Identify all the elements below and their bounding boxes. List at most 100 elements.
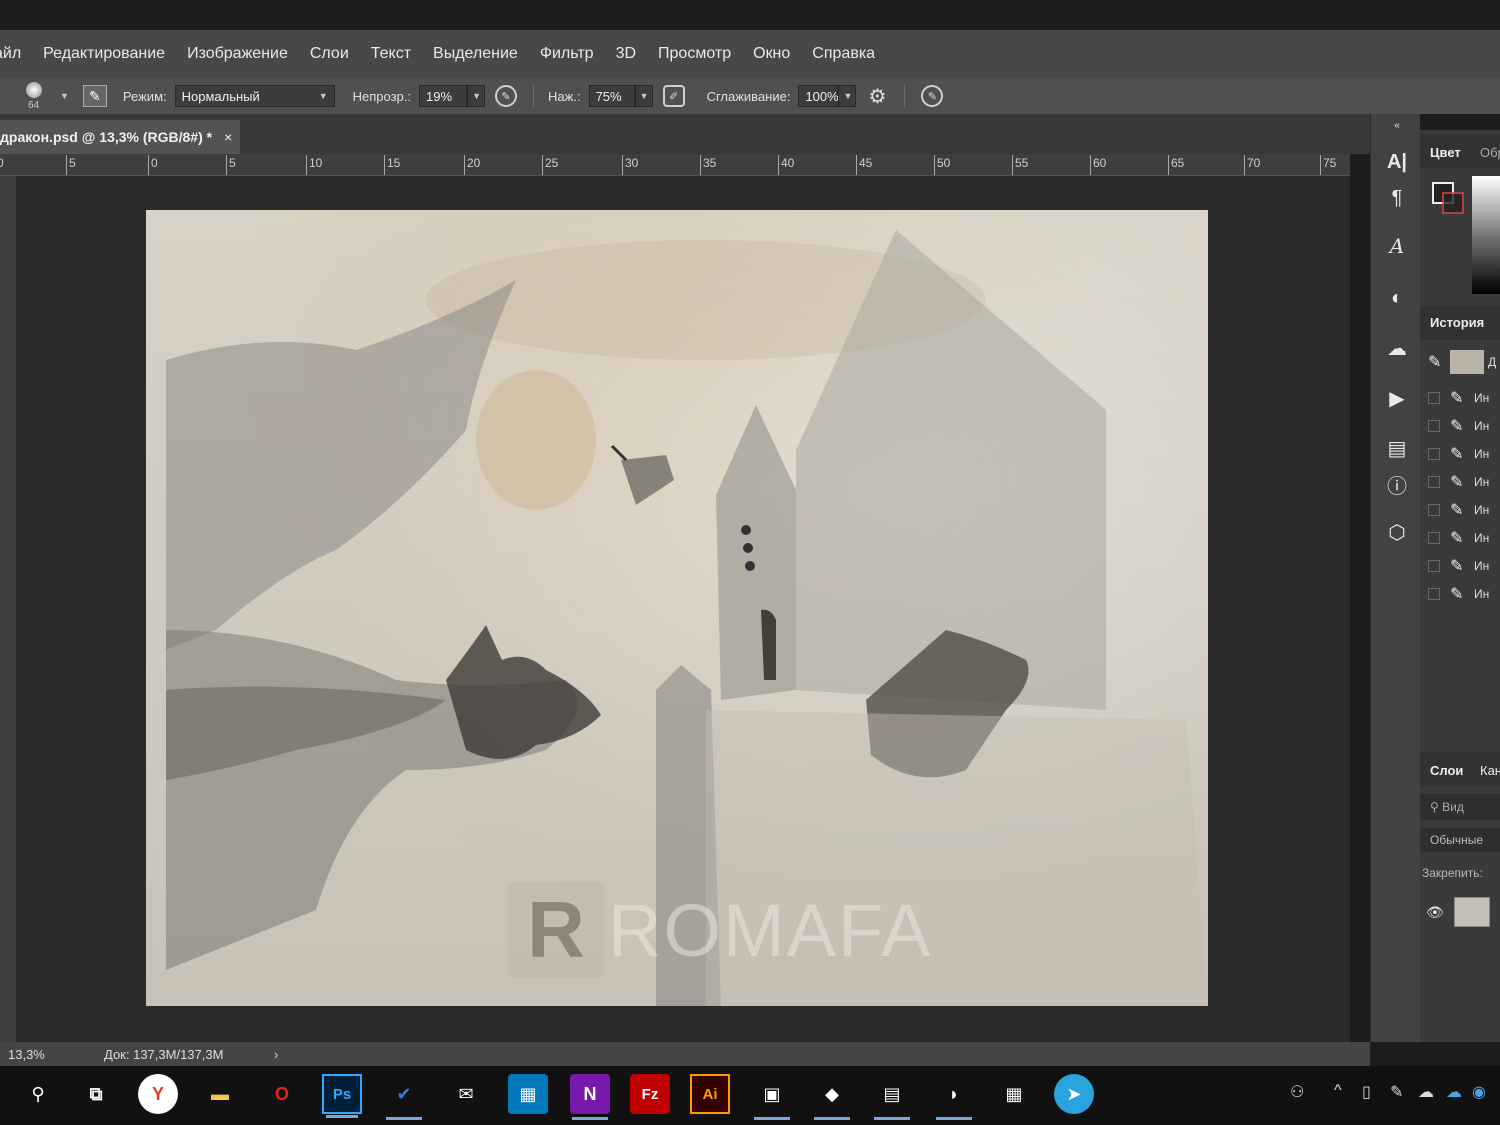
brush-panel-toggle-icon[interactable]: ✎ — [82, 85, 107, 107]
history-item[interactable]: ✎ Ин — [1420, 524, 1500, 552]
chevron-up-icon[interactable]: ^ — [1334, 1082, 1342, 1100]
tab-history[interactable]: История — [1430, 306, 1484, 338]
layer-filter-search[interactable]: ⚲ Вид — [1420, 794, 1500, 820]
chevron-down-icon[interactable]: ▼ — [60, 91, 69, 101]
history-checkbox[interactable] — [1428, 504, 1440, 516]
network-icon[interactable]: ◉ — [1472, 1082, 1486, 1102]
gear-icon[interactable]: ⚙ — [866, 85, 888, 108]
paragraph-panel-icon[interactable]: ¶ — [1383, 184, 1411, 212]
layer-row[interactable]: 👁 — [1420, 892, 1500, 932]
illustrator-icon[interactable]: Ai — [690, 1074, 730, 1114]
todo-icon[interactable]: ✔ — [384, 1074, 424, 1120]
history-item[interactable]: ✎ Ин — [1420, 412, 1500, 440]
menu-item-7[interactable]: 3D — [616, 45, 636, 63]
menu-item-0[interactable]: айл — [0, 45, 21, 63]
libraries-icon[interactable]: ☁ — [1383, 334, 1411, 362]
menu-item-9[interactable]: Окно — [753, 45, 790, 63]
glyphs-panel-icon[interactable]: A — [1383, 232, 1411, 260]
history-checkbox[interactable] — [1428, 476, 1440, 488]
history-item[interactable]: ✎ Ин — [1420, 468, 1500, 496]
history-item[interactable]: ✎ Ин — [1420, 440, 1500, 468]
artwork-canvas[interactable]: R ROMAFA — [146, 210, 1208, 1006]
history-item[interactable]: ✎ Ин — [1420, 580, 1500, 608]
document-tab[interactable]: дракон.psd @ 13,3% (RGB/8#) * × — [0, 120, 240, 154]
tab-swatches[interactable]: Обр — [1480, 136, 1500, 168]
app-15-icon[interactable]: ▤ — [872, 1074, 912, 1120]
pressure-opacity-icon[interactable]: ✎ — [495, 85, 518, 107]
history-checkbox[interactable] — [1428, 420, 1440, 432]
cloud-icon[interactable]: ☁ — [1418, 1082, 1434, 1102]
history-snapshot[interactable]: ✎ Д — [1420, 348, 1500, 376]
pen-workspace-icon[interactable]: ✎ — [1390, 1082, 1403, 1102]
app-16-icon[interactable]: ◗ — [934, 1074, 974, 1120]
blend-mode-select[interactable]: Обычные — [1420, 828, 1500, 852]
menu-item-2[interactable]: Изображение — [187, 45, 288, 63]
ruler-tick-label: 15 — [387, 156, 401, 170]
properties-icon[interactable]: ▤ — [1383, 434, 1411, 462]
actions-play-icon[interactable]: ▶ — [1383, 384, 1411, 412]
filezilla-icon[interactable]: Fz — [630, 1074, 670, 1114]
app-14-icon[interactable]: ◆ — [812, 1074, 852, 1120]
opacity-input[interactable]: 19% — [419, 85, 468, 107]
menu-item-8[interactable]: Просмотр — [658, 45, 731, 63]
brush-tip-icon — [26, 82, 42, 98]
tab-color[interactable]: Цвет — [1430, 136, 1461, 168]
file-explorer-icon[interactable]: ▬ — [200, 1074, 240, 1114]
brush-icon: ✎ — [1450, 558, 1464, 575]
menu-item-4[interactable]: Текст — [371, 45, 411, 63]
smoothing-input[interactable]: 100% — [798, 85, 839, 107]
info-icon[interactable]: ⓘ — [1383, 470, 1411, 498]
search-icon[interactable]: ⚲ — [18, 1074, 58, 1114]
menu-item-10[interactable]: Справка — [812, 45, 875, 63]
zoom-level[interactable]: 13,3% — [8, 1047, 58, 1062]
tab-layers[interactable]: Слои — [1430, 754, 1463, 786]
app-13-icon[interactable]: ▣ — [752, 1074, 792, 1120]
telegram-icon[interactable]: ➤ — [1054, 1074, 1094, 1114]
history-item[interactable]: ✎ Ин — [1420, 552, 1500, 580]
character-panel-icon[interactable]: A| — [1383, 148, 1411, 176]
menu-item-3[interactable]: Слои — [310, 45, 349, 63]
airbrush-icon[interactable]: ✐ — [662, 85, 685, 107]
menu-item-1[interactable]: Редактирование — [43, 45, 165, 63]
history-checkbox[interactable] — [1428, 392, 1440, 404]
history-checkbox[interactable] — [1428, 588, 1440, 600]
menu-item-5[interactable]: Выделение — [433, 45, 518, 63]
history-item[interactable]: ✎ Ин — [1420, 496, 1500, 524]
people-icon[interactable]: ⚇ — [1290, 1082, 1304, 1102]
eye-visibility-icon[interactable]: 👁 — [1426, 904, 1444, 921]
opera-icon[interactable]: O — [262, 1074, 302, 1114]
flow-slider-toggle[interactable]: ▼ — [634, 85, 653, 107]
task-view-icon[interactable]: ⧉ — [76, 1074, 116, 1114]
mode-select[interactable]: Нормальный ▼ — [174, 85, 335, 107]
chevron-down-icon: ▼ — [843, 91, 853, 101]
mail-icon[interactable]: ✉ — [446, 1074, 486, 1114]
history-checkbox[interactable] — [1428, 448, 1440, 460]
menu-item-6[interactable]: Фильтр — [540, 45, 594, 63]
close-icon[interactable]: × — [224, 129, 232, 145]
onenote-icon[interactable]: N — [570, 1074, 610, 1120]
color-spectrum[interactable] — [1472, 176, 1500, 294]
ruler-tick — [778, 155, 779, 175]
collapse-icon[interactable]: « — [1383, 118, 1411, 132]
history-checkbox[interactable] — [1428, 532, 1440, 544]
history-checkbox[interactable] — [1428, 560, 1440, 572]
history-item-label: Ин — [1474, 447, 1490, 461]
onedrive-icon[interactable]: ☁ — [1446, 1082, 1462, 1102]
chevron-right-icon[interactable]: › — [274, 1047, 278, 1062]
ruler-tick-label: 20 — [467, 156, 481, 170]
photoshop-icon[interactable]: Ps — [322, 1074, 362, 1118]
opacity-slider-toggle[interactable]: ▼ — [467, 85, 486, 107]
pressure-size-icon[interactable]: ✎ — [921, 85, 944, 107]
background-color-swatch[interactable] — [1442, 192, 1464, 214]
flow-input[interactable]: 75% — [588, 85, 635, 107]
brush-preset-picker[interactable]: 64 — [18, 80, 54, 112]
smoothing-slider-toggle[interactable]: ▼ — [838, 85, 857, 107]
battery-icon[interactable]: ▯ — [1362, 1082, 1371, 1102]
history-item[interactable]: ✎ Ин — [1420, 384, 1500, 412]
trello-icon[interactable]: ▦ — [508, 1074, 548, 1114]
calculator-icon[interactable]: ▦ — [994, 1074, 1034, 1114]
tab-channels[interactable]: Кан — [1480, 754, 1500, 786]
3d-cube-icon[interactable]: ⬡ — [1383, 518, 1411, 546]
yandex-browser-icon[interactable]: Y — [138, 1074, 178, 1114]
adjustments-icon[interactable]: ◐ — [1383, 284, 1411, 312]
